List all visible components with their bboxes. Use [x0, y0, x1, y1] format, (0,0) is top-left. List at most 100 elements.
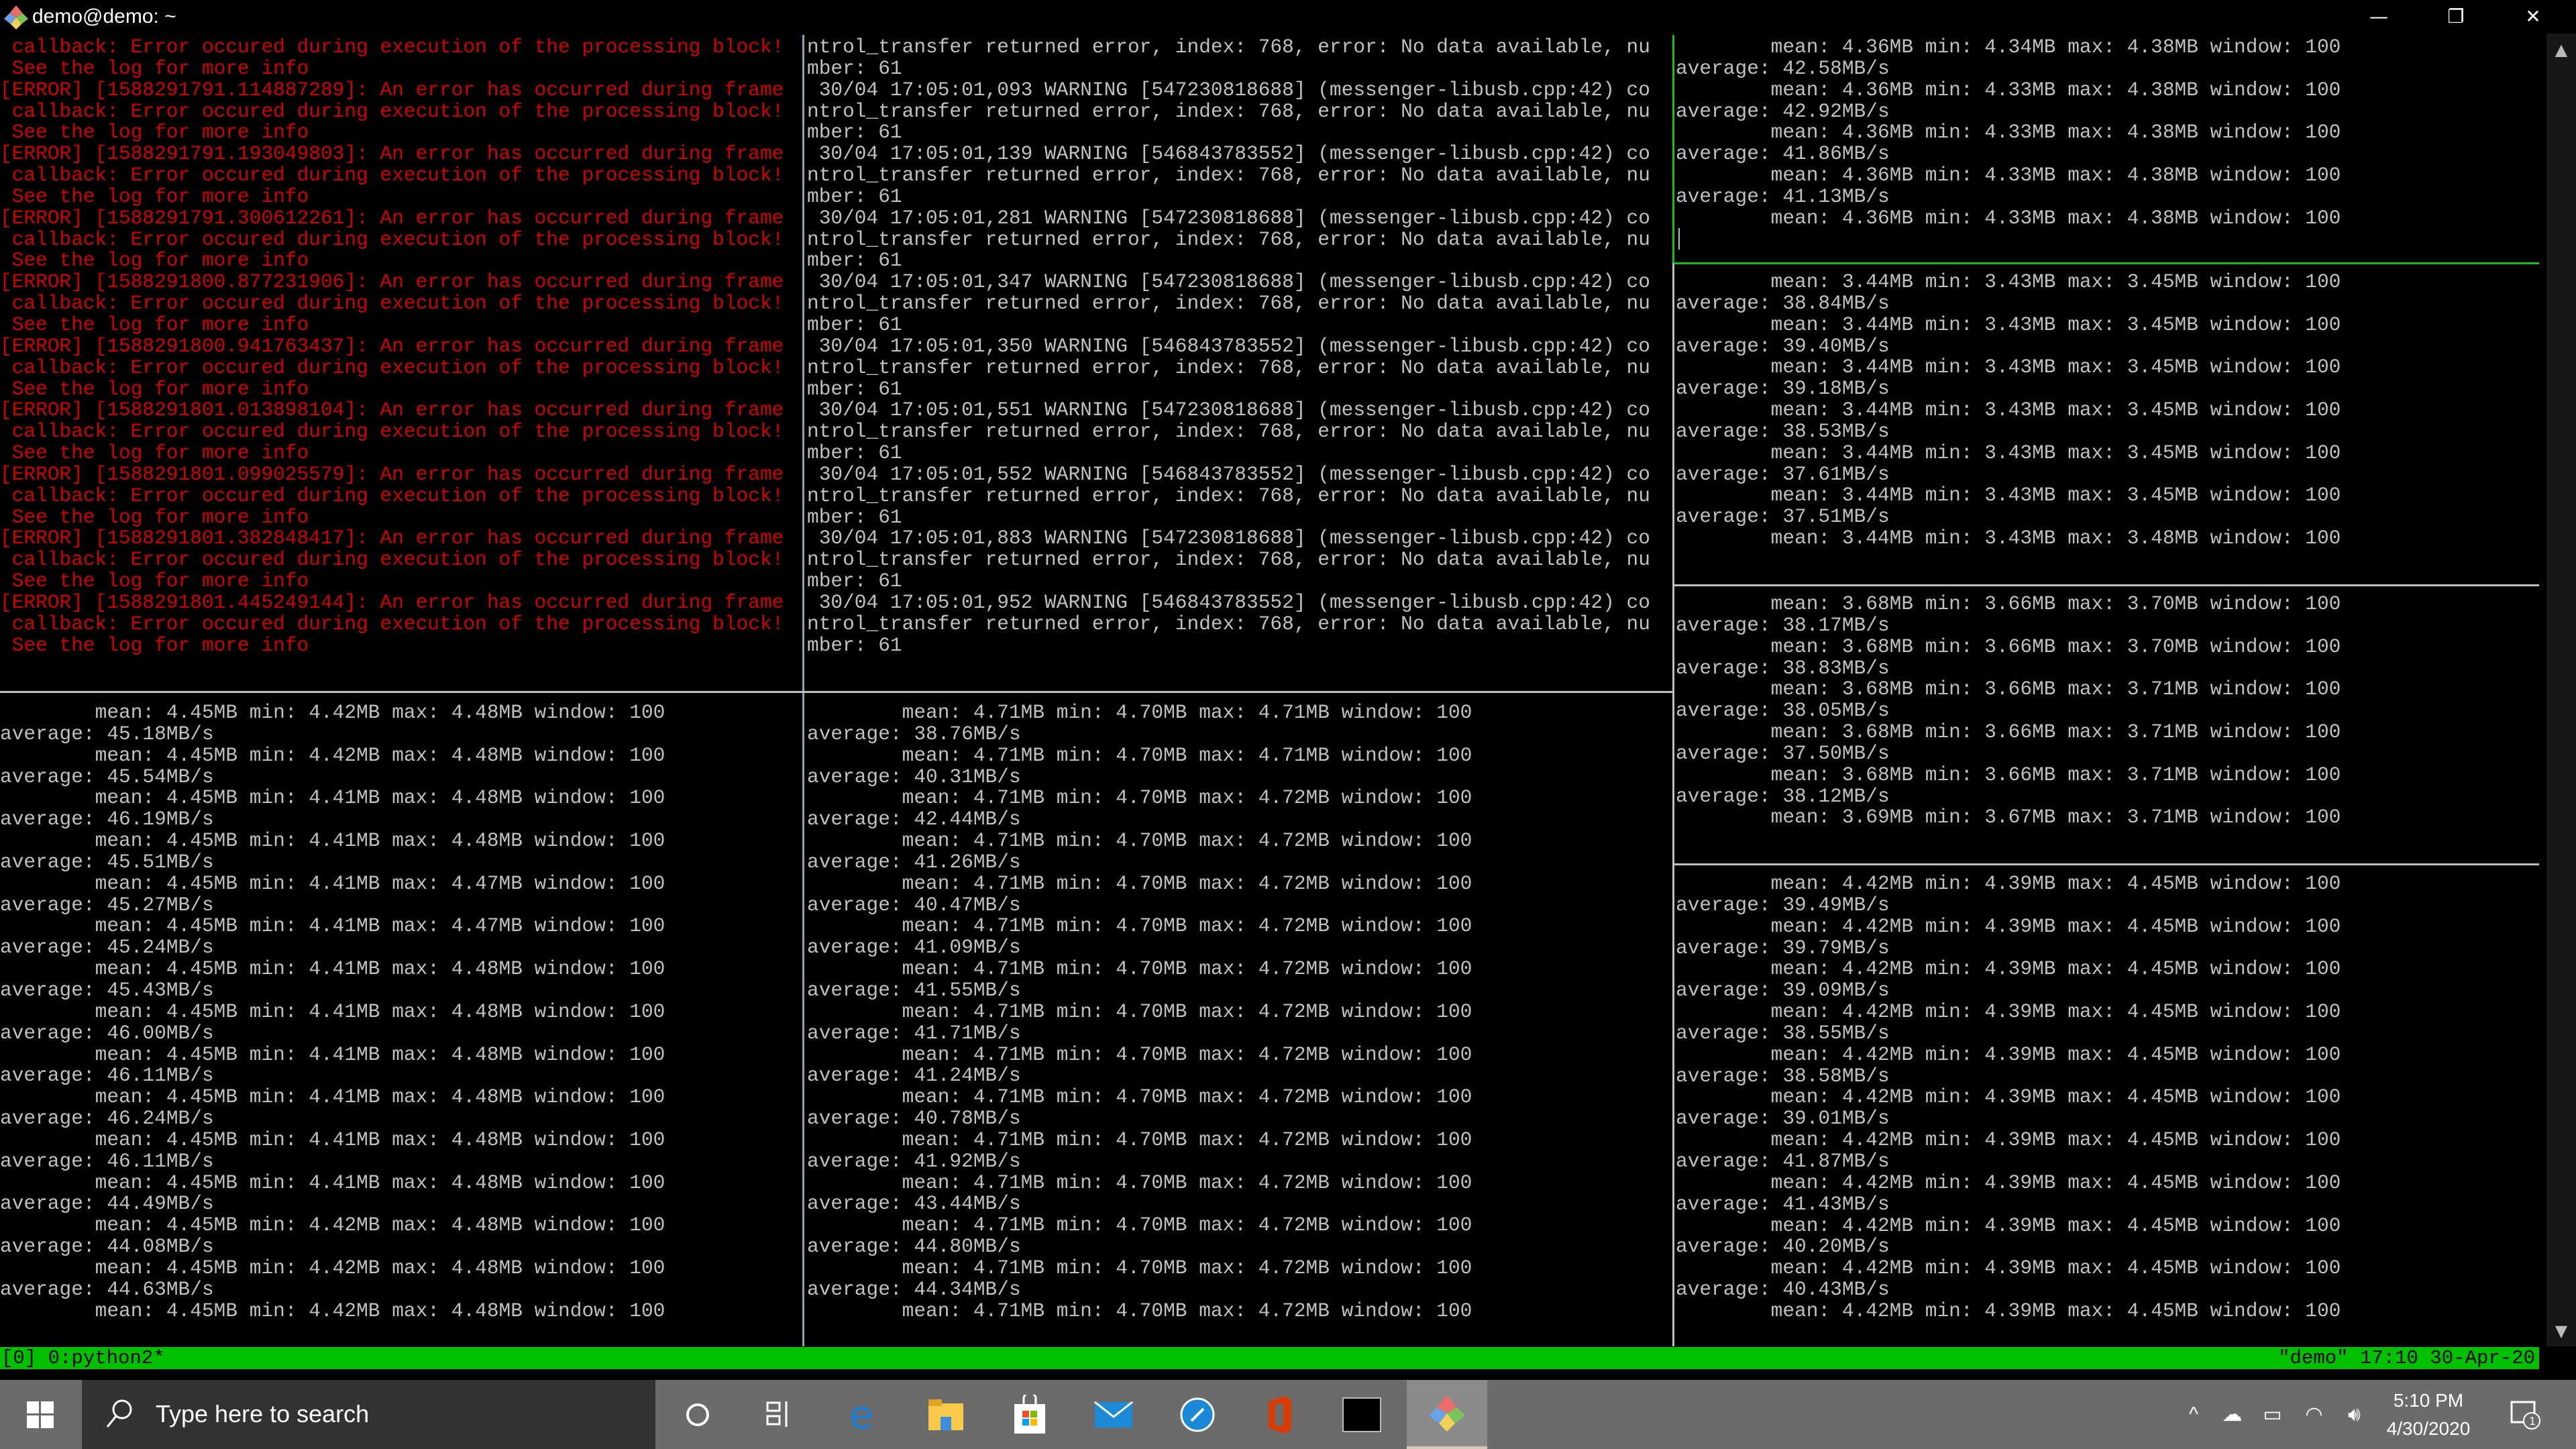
terminal-line: See the log for more info	[0, 121, 309, 144]
taskbar-file-explorer[interactable]	[906, 1380, 986, 1449]
maximize-button[interactable]: ❐	[2419, 0, 2493, 34]
battery-icon[interactable]: ▭	[2254, 1380, 2291, 1449]
terminal-line: 30/04 17:05:01,952 WARNING [546843783552…	[807, 590, 1650, 614]
terminal-line: mean: 4.71MB min: 4.70MB max: 4.72MB win…	[807, 1256, 1472, 1279]
terminal-line: mber: 61	[807, 505, 902, 529]
terminal-line: average: 42.44MB/s	[807, 808, 1021, 831]
terminal-line: callback: Error occured during execution…	[0, 548, 784, 572]
terminal-line: 30/04 17:05:01,139 WARNING [546843783552…	[807, 142, 1650, 166]
terminal-line: mean: 3.68MB min: 3.66MB max: 3.71MB win…	[1676, 678, 2341, 701]
terminal-line: [ERROR] [1588291791.193049803]: An error…	[0, 142, 784, 166]
terminal-line: [ERROR] [1588291801.445249144]: An error…	[0, 590, 784, 614]
scrollbar[interactable]: ▲ ▼	[2546, 34, 2576, 1346]
clock-time: 5:10 PM	[2393, 1390, 2464, 1411]
terminal-line: average: 45.18MB/s	[0, 722, 214, 745]
terminal-line: mean: 3.44MB min: 3.43MB max: 3.48MB win…	[1676, 527, 2341, 550]
terminal-line: mean: 4.71MB min: 4.70MB max: 4.72MB win…	[807, 1085, 1472, 1109]
pane-stats-right-3[interactable]: mean: 3.68MB min: 3.66MB max: 3.70MB win…	[1676, 594, 2541, 862]
cortana-button[interactable]	[657, 1380, 738, 1449]
show-hidden-icons-button[interactable]: ^	[2177, 1380, 2210, 1449]
terminal-window-icon	[1342, 1397, 1381, 1432]
terminal-line: [ERROR] [1588291791.300612261]: An error…	[0, 206, 784, 229]
minimize-button[interactable]: —	[2342, 0, 2416, 34]
terminal-line: ntrol_transfer returned error, index: 76…	[807, 164, 1650, 187]
app-icon	[4, 5, 28, 30]
mail-icon	[1094, 1401, 1133, 1428]
terminal-line: mean: 4.71MB min: 4.70MB max: 4.71MB win…	[807, 702, 1472, 724]
terminal-line: See the log for more info	[0, 313, 309, 336]
scroll-down-icon[interactable]: ▼	[2546, 1322, 2576, 1340]
terminal-line: average: 39.49MB/s	[1676, 893, 1890, 916]
terminal-line: [ERROR] [1588291801.382848417]: An error…	[0, 527, 784, 550]
terminal-line: 30/04 17:05:01,883 WARNING [547230818688…	[807, 527, 1650, 550]
terminal-line: average: 44.63MB/s	[0, 1277, 214, 1301]
search-icon	[106, 1399, 132, 1428]
terminal-line: mean: 4.71MB min: 4.70MB max: 4.72MB win…	[807, 957, 1472, 981]
terminal-line: callback: Error occured during execution…	[0, 356, 784, 379]
pane-divider-vertical[interactable]	[1672, 263, 1674, 1346]
notification-count: 1	[2529, 1415, 2536, 1428]
terminal-line: average: 38.05MB/s	[1676, 699, 1890, 722]
taskbar-clock[interactable]: 5:10 PM 4/30/2020	[2378, 1387, 2479, 1443]
pane-divider-horizontal[interactable]	[0, 691, 1672, 693]
terminal-line: average: 45.43MB/s	[0, 978, 214, 1002]
taskbar-store[interactable]	[989, 1380, 1070, 1449]
terminal-line: [ERROR] [1588291800.877231906]: An error…	[0, 270, 784, 294]
terminal-line: mean: 4.71MB min: 4.70MB max: 4.72MB win…	[807, 1299, 1472, 1322]
tmux-window-list[interactable]: [0] 0:python2*	[1, 1347, 165, 1369]
terminal-line: average: 39.40MB/s	[1676, 334, 1890, 358]
terminal-line: average: 39.09MB/s	[1676, 979, 1890, 1002]
terminal-line: average: 46.11MB/s	[0, 1149, 214, 1173]
terminal-line: 30/04 17:05:01,281 WARNING [547230818688…	[807, 206, 1650, 229]
terminal-line: callback: Error occured during execution…	[0, 99, 784, 123]
terminal-line: average: 41.87MB/s	[1676, 1149, 1890, 1173]
terminal-line: average: 39.79MB/s	[1676, 936, 1890, 959]
pane-warning-log[interactable]: ntrol_transfer returned error, index: 76…	[807, 37, 1671, 688]
onedrive-icon[interactable]: ☁	[2214, 1380, 2251, 1449]
taskbar-terminal[interactable]	[1322, 1380, 1402, 1449]
taskbar-search-box[interactable]: Type here to search	[82, 1380, 655, 1449]
terminal-line: mean: 4.71MB min: 4.70MB max: 4.72MB win…	[807, 829, 1472, 853]
terminal-line: mean: 4.71MB min: 4.70MB max: 4.72MB win…	[807, 1128, 1472, 1151]
terminal-line: 30/04 17:05:01,350 WARNING [546843783552…	[807, 334, 1650, 358]
pane-stats-right-1[interactable]: mean: 4.36MB min: 4.34MB max: 4.38MB win…	[1676, 37, 2541, 262]
terminal-line: mean: 4.42MB min: 4.39MB max: 4.45MB win…	[1676, 1042, 2341, 1066]
app-diamond-icon	[1429, 1395, 1465, 1432]
windows-logo-icon	[27, 1401, 54, 1428]
scroll-up-icon[interactable]: ▲	[2546, 40, 2576, 59]
pane-stats-bottom-middle[interactable]: mean: 4.71MB min: 4.70MB max: 4.71MB win…	[807, 702, 1671, 1346]
terminal-line: average: 38.84MB/s	[1676, 291, 1890, 315]
volume-icon[interactable]: 🔊︎	[2336, 1380, 2373, 1449]
terminal-line: mean: 4.42MB min: 4.39MB max: 4.45MB win…	[1676, 1214, 2341, 1237]
taskbar-mail[interactable]	[1073, 1380, 1154, 1449]
wifi-icon[interactable]: ◠	[2296, 1380, 2332, 1449]
action-center-button[interactable]: 1	[2502, 1380, 2549, 1449]
pane-stats-right-4[interactable]: mean: 4.42MB min: 4.39MB max: 4.45MB win…	[1676, 873, 2541, 1346]
terminal-line: mean: 3.44MB min: 3.43MB max: 3.45MB win…	[1676, 398, 2341, 422]
terminal-line: average: 42.58MB/s	[1676, 56, 1890, 80]
pane-divider-vertical-active[interactable]	[1672, 35, 1674, 263]
chevron-up-icon: ^	[2188, 1403, 2199, 1426]
taskbar-edge[interactable]: e	[823, 1380, 904, 1449]
terminal-line: callback: Error occured during execution…	[0, 164, 784, 187]
pane-stats-right-2[interactable]: mean: 3.44MB min: 3.43MB max: 3.45MB win…	[1676, 272, 2541, 584]
taskbar-app-blue[interactable]	[1157, 1380, 1238, 1449]
terminal-line: ntrol_transfer returned error, index: 76…	[807, 420, 1650, 443]
terminal-line: average: 38.83MB/s	[1676, 656, 1890, 680]
terminal-line: average: 40.78MB/s	[807, 1107, 1021, 1130]
terminal-line: average: 39.18MB/s	[1676, 377, 1890, 400]
close-button[interactable]: ✕	[2496, 0, 2570, 34]
task-view-button[interactable]	[738, 1380, 818, 1449]
terminal-line: mean: 4.45MB min: 4.42MB max: 4.48MB win…	[0, 1299, 665, 1322]
pane-divider-horizontal[interactable]	[1674, 584, 2539, 586]
pane-divider-horizontal[interactable]	[1674, 863, 2539, 865]
pane-error-log[interactable]: callback: Error occured during execution…	[0, 37, 802, 688]
taskbar-active-app[interactable]	[1407, 1380, 1487, 1449]
taskbar-office[interactable]	[1240, 1380, 1320, 1449]
pane-stats-bottom-left[interactable]: mean: 4.45MB min: 4.42MB max: 4.48MB win…	[0, 702, 802, 1346]
pane-divider-horizontal-active[interactable]	[1674, 262, 2539, 264]
terminal-line: mean: 4.45MB min: 4.42MB max: 4.48MB win…	[0, 702, 665, 724]
terminal-line: mean: 4.71MB min: 4.70MB max: 4.72MB win…	[807, 1214, 1472, 1237]
terminal-line: See the log for more info	[0, 184, 309, 208]
terminal-line: ntrol_transfer returned error, index: 76…	[807, 612, 1650, 635]
